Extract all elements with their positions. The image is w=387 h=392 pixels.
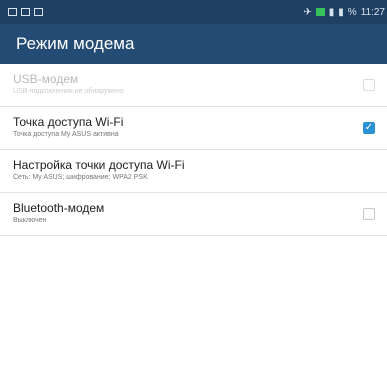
bluetooth-tethering-item[interactable]: Bluetooth-модем Выключен bbox=[0, 193, 387, 236]
message-icon bbox=[21, 8, 30, 16]
status-bar: ✈ ▮ ▮ % 11:27 bbox=[0, 0, 387, 24]
hotspot-settings-title: Настройка точки доступа Wi-Fi bbox=[13, 158, 185, 172]
usb-tethering-item[interactable]: USB-модем USB-подключения не обнаружено bbox=[0, 64, 387, 107]
notification-icon bbox=[34, 8, 43, 16]
bluetooth-tethering-checkbox[interactable] bbox=[363, 208, 375, 220]
status-right-icons: ✈ ▮ ▮ % 11:27 bbox=[303, 7, 387, 18]
bluetooth-tethering-title: Bluetooth-модем bbox=[13, 201, 105, 215]
hotspot-settings-item[interactable]: Настройка точки доступа Wi-Fi Сеть: My A… bbox=[0, 150, 387, 193]
signal-icon: ▮ bbox=[328, 6, 335, 18]
battery-icon: ▮ bbox=[338, 6, 344, 18]
usb-tethering-subtitle: USB-подключения не обнаружено bbox=[13, 88, 124, 95]
settings-list: USB-модем USB-подключения не обнаружено … bbox=[0, 64, 387, 236]
usb-tethering-title: USB-модем bbox=[13, 72, 79, 86]
usb-tethering-checkbox[interactable] bbox=[363, 79, 375, 91]
app-bar: Режим модема bbox=[0, 24, 387, 64]
wifi-hotspot-item[interactable]: Точка доступа Wi-Fi Точка доступа My ASU… bbox=[0, 107, 387, 150]
bluetooth-tethering-subtitle: Выключен bbox=[13, 217, 47, 224]
battery-text: % bbox=[347, 6, 357, 18]
status-time: 11:27 bbox=[360, 6, 385, 18]
hotspot-settings-subtitle: Сеть: My ASUS; шифрование: WPA2 PSK bbox=[13, 174, 148, 181]
page-title: Режим модема bbox=[16, 34, 135, 53]
status-left-icons bbox=[0, 8, 43, 16]
nfc-icon: ✈ bbox=[303, 6, 312, 18]
image-icon bbox=[8, 8, 17, 16]
wifi-hotspot-title: Точка доступа Wi-Fi bbox=[13, 115, 124, 129]
wifi-icon bbox=[315, 8, 325, 16]
wifi-hotspot-subtitle: Точка доступа My ASUS активна bbox=[13, 131, 119, 138]
wifi-hotspot-checkbox[interactable]: ✓ bbox=[363, 122, 375, 134]
